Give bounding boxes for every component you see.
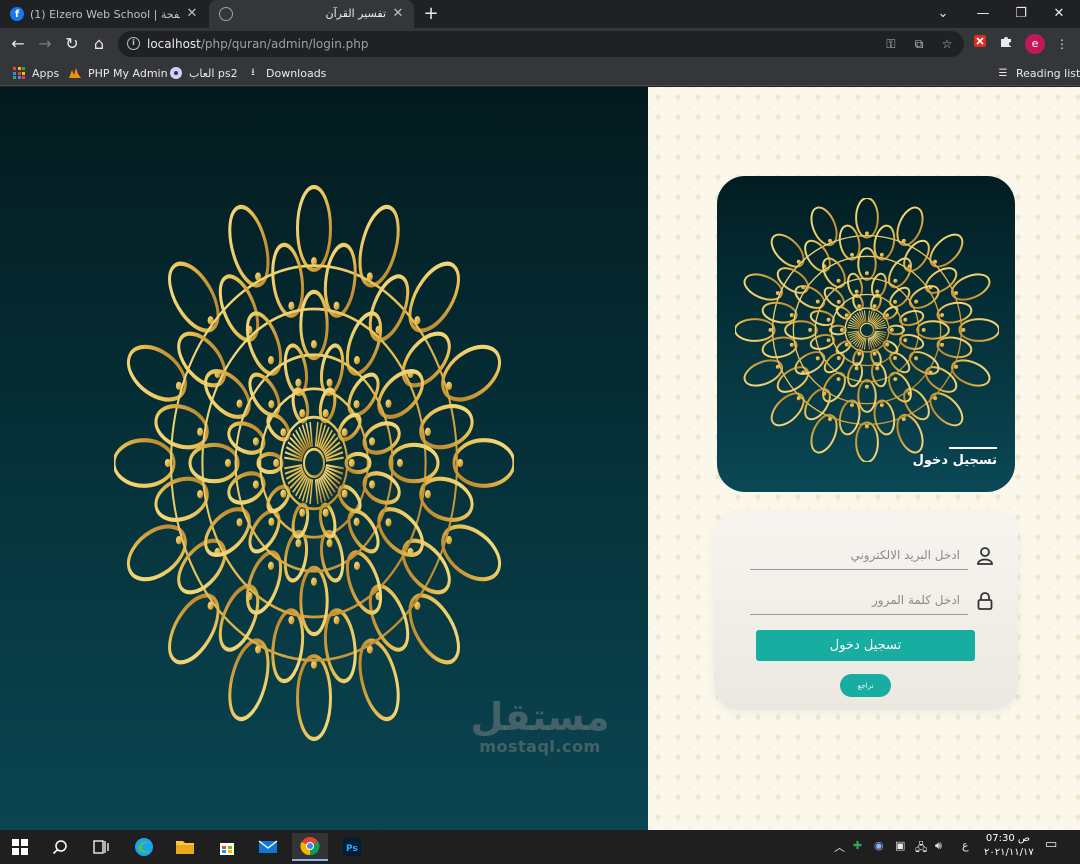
clock-time: 07:30 ص bbox=[985, 833, 1030, 844]
home-icon[interactable]: ⌂ bbox=[87, 32, 111, 56]
address-bar[interactable]: i localhost/php/quran/admin/login.php ⚿ … bbox=[118, 31, 964, 57]
file-explorer-icon[interactable] bbox=[170, 833, 200, 861]
ps2-disc-icon bbox=[169, 66, 183, 80]
facebook-icon: f bbox=[10, 7, 24, 21]
tab-title: تفسير القرآن bbox=[325, 7, 387, 20]
download-icon: ⭳ bbox=[251, 66, 255, 78]
mandala-illustration-small bbox=[735, 198, 999, 462]
menu-kebab-icon[interactable]: ⋮ bbox=[1052, 34, 1072, 54]
close-tab-icon[interactable]: ✕ bbox=[390, 6, 406, 22]
puzzle-extensions-icon[interactable] bbox=[996, 34, 1016, 54]
login-hero-card: تسجيل دخول bbox=[717, 176, 1015, 492]
mail-icon[interactable] bbox=[253, 833, 283, 861]
tray-camera-icon[interactable]: ▣ bbox=[895, 839, 905, 852]
bookmark-star-icon[interactable]: ☆ bbox=[938, 35, 956, 53]
bookmark-label: PHP My Admin bbox=[88, 66, 168, 80]
bookmark-label: العاب ps2 bbox=[189, 66, 238, 80]
system-clock[interactable]: 07:30 ص ٢٠٢١/١١/١٧ bbox=[984, 832, 1034, 860]
reading-list-label: Reading list bbox=[1016, 66, 1080, 80]
forward-arrow-icon[interactable]: → bbox=[33, 32, 57, 56]
translate-icon[interactable]: ⧉ bbox=[910, 35, 928, 53]
volume-icon[interactable]: 🔊︎ bbox=[935, 839, 942, 853]
svg-text:Ps: Ps bbox=[346, 844, 358, 854]
title-underline bbox=[949, 447, 997, 449]
bookmark-ps2-games[interactable]: العاب ps2 bbox=[169, 64, 238, 82]
phpmyadmin-icon bbox=[68, 66, 82, 80]
back-button[interactable]: تراجع bbox=[840, 674, 891, 697]
extension-red-icon[interactable] bbox=[970, 34, 990, 54]
reload-icon[interactable]: ↻ bbox=[60, 32, 84, 56]
apps-grid-icon bbox=[12, 66, 26, 80]
email-field-wrap bbox=[750, 540, 968, 570]
store-icon[interactable] bbox=[212, 833, 242, 861]
tray-chevron-icon[interactable]: ︿ bbox=[834, 839, 845, 855]
bookmark-label: Downloads bbox=[266, 66, 327, 80]
login-submit-button[interactable]: تسجيل دخول bbox=[756, 630, 975, 661]
password-input[interactable] bbox=[750, 585, 968, 614]
bookmark-phpmyadmin[interactable]: PHP My Admin bbox=[68, 64, 168, 82]
user-icon bbox=[977, 547, 993, 565]
email-input[interactable] bbox=[750, 540, 968, 569]
minimize-button[interactable]: — bbox=[964, 0, 1002, 28]
back-arrow-icon[interactable]: ← bbox=[6, 32, 30, 56]
login-card-title: تسجيل دخول bbox=[912, 453, 997, 468]
chrome-taskbar-icon[interactable] bbox=[292, 833, 328, 861]
windows-taskbar: Ps ︿ ✚ ◉ ▣ 🖧 🔊︎ ع 07:30 ص ٢٠٢١/١١/١٧ ▭ bbox=[0, 830, 1080, 864]
globe-icon bbox=[219, 7, 233, 21]
watermark-arabic: مستقل bbox=[470, 695, 610, 739]
bookmarks-bar: Apps PHP My Admin العاب ps2 ⭳ Downloads … bbox=[0, 60, 1080, 86]
bookmark-downloads[interactable]: ⭳ Downloads bbox=[246, 64, 326, 82]
clock-date: ٢٠٢١/١١/١٧ bbox=[984, 847, 1034, 858]
password-field-wrap bbox=[750, 585, 968, 615]
photoshop-icon[interactable]: Ps bbox=[337, 833, 367, 861]
reading-list-icon: ☰ bbox=[998, 67, 1008, 79]
lock-icon bbox=[977, 592, 993, 610]
login-form-card: تسجيل دخول تراجع bbox=[714, 512, 1018, 710]
tab-elzero[interactable]: f (1) Elzero Web School | تصميم صفحة ✕ bbox=[0, 0, 208, 28]
info-icon[interactable]: i bbox=[127, 37, 140, 50]
new-tab-button[interactable]: + bbox=[420, 3, 442, 25]
tray-app-icon[interactable]: ✚ bbox=[853, 839, 862, 852]
mandala-illustration-large bbox=[114, 184, 514, 742]
url-text[interactable]: localhost/php/quran/admin/login.php bbox=[147, 37, 369, 51]
tab-quran[interactable]: تفسير القرآن ✕ bbox=[209, 0, 414, 28]
network-icon[interactable]: 🖧 bbox=[915, 839, 927, 858]
browser-toolbar: ← → ↻ ⌂ i localhost/php/quran/admin/logi… bbox=[0, 28, 1080, 60]
close-window-button[interactable]: ✕ bbox=[1040, 0, 1078, 28]
restore-button[interactable]: ❐ bbox=[1002, 0, 1040, 28]
profile-avatar[interactable]: e bbox=[1025, 34, 1045, 54]
key-icon[interactable]: ⚿ bbox=[882, 35, 900, 53]
tray-shield-icon[interactable]: ◉ bbox=[874, 839, 884, 852]
task-view-icon[interactable] bbox=[86, 833, 116, 861]
windows-start-icon[interactable] bbox=[5, 833, 35, 861]
search-icon[interactable] bbox=[45, 833, 75, 861]
input-language[interactable]: ع bbox=[962, 839, 969, 852]
bookmark-label: Apps bbox=[32, 66, 60, 80]
mostaql-watermark: مستقل mostaql.com bbox=[470, 696, 610, 756]
tab-search-icon[interactable]: ⌄ bbox=[924, 0, 962, 28]
browser-tabstrip: f (1) Elzero Web School | تصميم صفحة ✕ ت… bbox=[0, 0, 1080, 28]
edge-browser-icon[interactable] bbox=[129, 833, 159, 861]
close-tab-icon[interactable]: ✕ bbox=[184, 6, 200, 22]
reading-list-button[interactable]: ☰ Reading list bbox=[996, 64, 1080, 82]
bookmark-apps[interactable]: Apps bbox=[12, 64, 59, 82]
tab-title: (1) Elzero Web School | تصميم صفحة bbox=[30, 7, 180, 21]
notifications-icon[interactable]: ▭ bbox=[1045, 837, 1057, 852]
watermark-latin: mostaql.com bbox=[479, 737, 601, 756]
